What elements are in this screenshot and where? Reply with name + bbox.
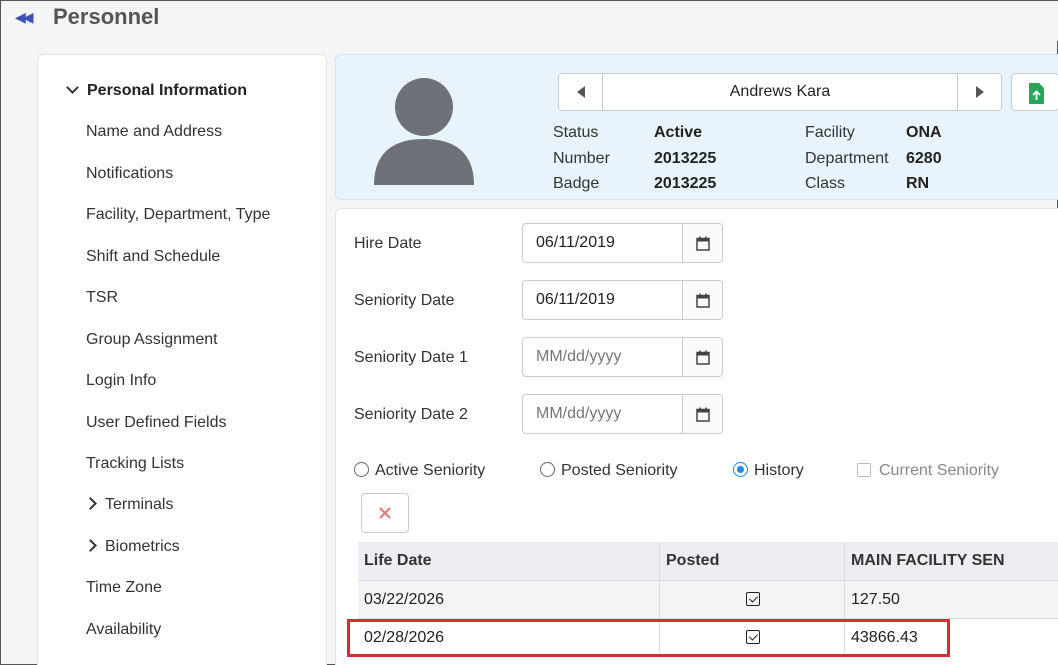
sidebar-item-shift-and-schedule[interactable]: Shift and Schedule <box>86 248 220 266</box>
employee-name: Andrews Kara <box>729 83 831 100</box>
collapse-back-icon[interactable]: ◀◀ <box>15 9 39 29</box>
seniority-panel: Hire Date Seniority Date Seniority Date … <box>335 208 1058 665</box>
life-date-cell: 03/22/2026 <box>358 581 660 619</box>
posted-cell <box>660 619 845 657</box>
current-seniority-checkbox[interactable]: Current Seniority <box>857 462 999 480</box>
column-header-main-facility-sen[interactable]: MAIN FACILITY SEN <box>845 542 1058 580</box>
seniority-date-1-field <box>522 337 723 377</box>
seniority-date-calendar-button[interactable] <box>682 281 722 319</box>
sidebar-item-facility-department-type[interactable]: Facility, Department, Type <box>86 206 270 224</box>
main-facility-sen-cell: 43866.43 <box>851 629 918 646</box>
table-row[interactable]: 03/22/2026 127.50 <box>358 580 1058 619</box>
checkbox-checked-icon <box>746 630 760 644</box>
seniority-date-input[interactable] <box>523 281 683 319</box>
sidebar-item-notifications[interactable]: Notifications <box>86 165 173 183</box>
caret-left-icon <box>576 86 585 98</box>
sidebar-item-user-defined-fields[interactable]: User Defined Fields <box>86 414 227 432</box>
posted-cell <box>660 581 845 619</box>
history-radio[interactable]: History <box>733 462 804 480</box>
column-header-posted[interactable]: Posted <box>660 542 845 580</box>
facility-label: Facility <box>805 124 855 141</box>
table-header-row: Life Date Posted MAIN FACILITY SEN <box>358 542 1058 580</box>
radio-checked-icon <box>733 462 748 477</box>
class-value: RN <box>906 175 930 192</box>
number-value: 2013225 <box>654 150 717 167</box>
sidebar-item-name-and-address[interactable]: Name and Address <box>86 123 222 141</box>
employee-header-card: Andrews Kara Status Active Number 201322… <box>335 54 1058 200</box>
sidebar-item-availability[interactable]: Availability <box>86 621 161 639</box>
sidebar-item-biometrics[interactable]: Biometrics <box>84 538 180 556</box>
seniority-date-2-input[interactable] <box>523 395 683 433</box>
seniority-date-1-calendar-button[interactable] <box>682 338 722 376</box>
seniority-date-1-input[interactable] <box>523 338 683 376</box>
chevron-down-icon <box>66 81 79 94</box>
badge-value: 2013225 <box>654 175 717 192</box>
hire-date-input[interactable] <box>523 224 683 262</box>
chevron-right-icon <box>84 539 97 552</box>
seniority-date-1-label: Seniority Date 1 <box>354 349 468 366</box>
sidebar-item-login-info[interactable]: Login Info <box>86 372 156 390</box>
checkbox-checked-icon <box>746 592 760 606</box>
sidebar-item-tracking-lists[interactable]: Tracking Lists <box>86 455 184 473</box>
page-title: Personnel <box>53 4 160 29</box>
caret-right-icon <box>975 86 984 98</box>
radio-unchecked-icon <box>354 462 369 477</box>
posted-seniority-radio[interactable]: Posted Seniority <box>540 462 678 480</box>
seniority-date-2-field <box>522 394 723 434</box>
facility-value: ONA <box>906 124 942 141</box>
calendar-icon <box>695 293 710 308</box>
sidebar-item-time-zone[interactable]: Time Zone <box>86 579 162 597</box>
top-bar: ◀◀ Personnel <box>1 1 1058 41</box>
status-label: Status <box>553 124 599 141</box>
employee-navigator: Andrews Kara <box>558 73 1002 111</box>
calendar-icon <box>695 407 710 422</box>
avatar-icon <box>374 78 474 185</box>
previous-employee-button[interactable] <box>559 74 603 110</box>
calendar-icon <box>695 350 710 365</box>
table-row[interactable]: 02/28/2026 43866.43 <box>358 618 1058 657</box>
delete-button[interactable] <box>361 493 409 533</box>
number-label: Number <box>553 150 610 167</box>
file-upload-icon <box>1029 83 1044 104</box>
radio-unchecked-icon <box>540 462 555 477</box>
sidebar-item-tsr[interactable]: TSR <box>86 289 118 307</box>
hire-date-field <box>522 223 723 263</box>
next-employee-button[interactable] <box>957 74 1001 110</box>
department-value: 6280 <box>906 150 942 167</box>
column-header-life-date[interactable]: Life Date <box>358 542 660 580</box>
export-button[interactable] <box>1011 73 1058 111</box>
hire-date-label: Hire Date <box>354 235 422 252</box>
life-date-cell: 02/28/2026 <box>358 619 660 657</box>
sidebar-section-personal-information[interactable]: Personal Information <box>66 81 247 100</box>
seniority-date-field <box>522 280 723 320</box>
seniority-date-2-label: Seniority Date 2 <box>354 406 468 423</box>
status-value: Active <box>654 124 703 141</box>
department-label: Department <box>805 150 889 167</box>
sidebar-item-terminals[interactable]: Terminals <box>84 496 173 514</box>
seniority-date-label: Seniority Date <box>354 292 455 309</box>
checkbox-unchecked-icon <box>857 463 871 477</box>
close-icon <box>379 507 391 519</box>
main-facility-sen-cell: 127.50 <box>851 591 900 608</box>
seniority-date-2-calendar-button[interactable] <box>682 395 722 433</box>
active-seniority-radio[interactable]: Active Seniority <box>354 462 485 480</box>
class-label: Class <box>805 175 846 192</box>
chevron-right-icon <box>84 497 97 510</box>
sidebar-item-group-assignment[interactable]: Group Assignment <box>86 331 218 349</box>
badge-label: Badge <box>553 175 600 192</box>
hire-date-calendar-button[interactable] <box>682 224 722 262</box>
sidebar: Personal Information Name and Address No… <box>37 54 327 665</box>
calendar-icon <box>695 236 710 251</box>
